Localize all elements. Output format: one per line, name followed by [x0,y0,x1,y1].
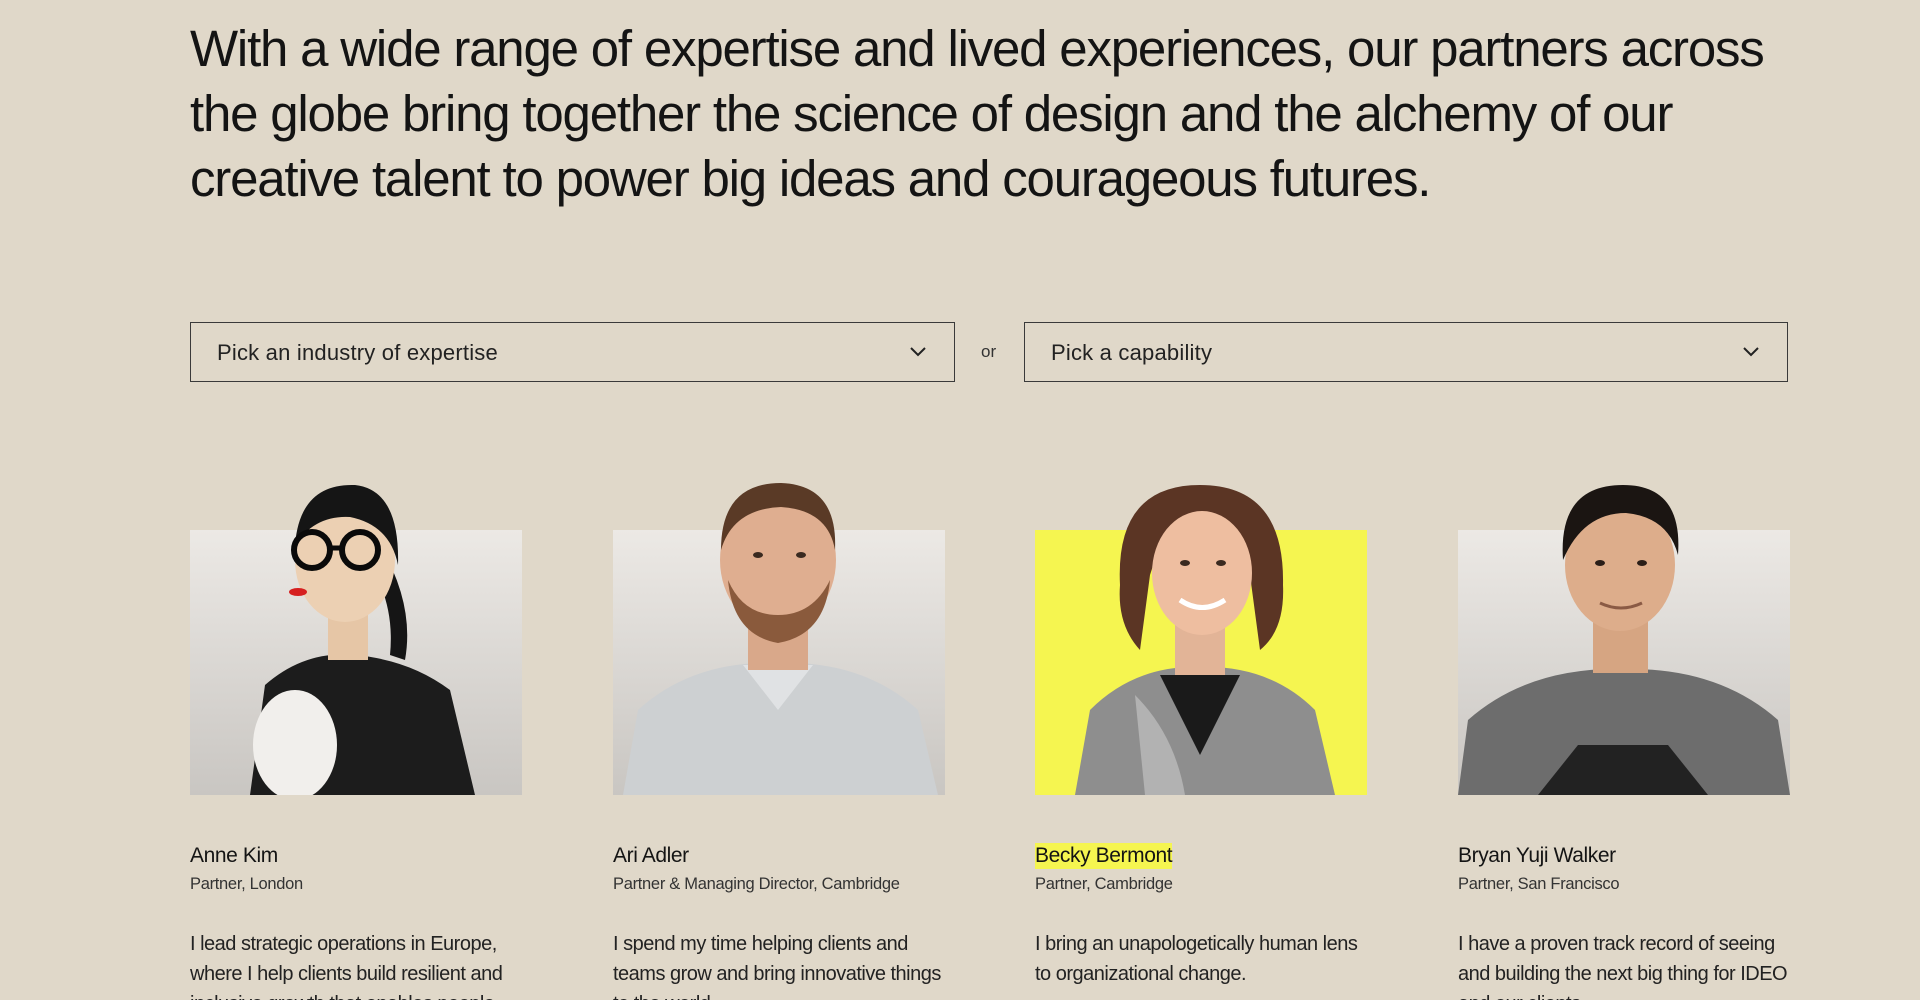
partner-name[interactable]: Bryan Yuji Walker [1458,843,1616,869]
partner-role: Partner, San Francisco [1458,875,1620,893]
capability-select-label: Pick a capability [1051,340,1213,365]
capability-select[interactable]: Pick a capability [1024,322,1788,382]
industry-select[interactable]: Pick an industry of expertise [190,322,955,382]
partner-bio: I spend my time helping clients and team… [613,933,941,1000]
portrait-illustration [623,483,938,795]
partner-photo[interactable] [613,455,945,795]
partners-page: With a wide range of expertise and lived… [0,0,1920,1000]
industry-select-label: Pick an industry of expertise [217,340,498,365]
partner-bio: I lead strategic operations in Europe, w… [190,933,503,1000]
partner-bio: I have a proven track record of seeing a… [1458,933,1788,1000]
partner-name[interactable]: Anne Kim [190,843,278,869]
partner-bio: I bring an unapologetically human lens t… [1035,933,1358,985]
filter-separator: or [981,342,997,361]
chevron-down-icon [1743,347,1759,357]
partner-card[interactable]: Becky Bermont Partner, Cambridge I bring… [1035,455,1367,985]
partner-photo[interactable] [1458,455,1790,795]
partner-role: Partner, Cambridge [1035,875,1173,893]
portrait-illustration [1458,485,1790,795]
partner-card[interactable]: Ari Adler Partner & Managing Director, C… [613,455,945,1000]
partner-photo[interactable] [1035,455,1367,795]
partner-card[interactable]: Anne Kim Partner, London I lead strategi… [190,455,522,1000]
chevron-down-icon [910,347,926,357]
partner-name[interactable]: Ari Adler [613,843,689,869]
portrait-illustration [1075,485,1335,795]
partner-role: Partner, London [190,875,303,893]
partner-photo[interactable] [190,455,522,795]
partner-name[interactable]: Becky Bermont [1035,843,1173,869]
partner-role: Partner & Managing Director, Cambridge [613,875,900,893]
intro-headline: With a wide range of expertise and lived… [190,20,1765,207]
portrait-illustration [250,484,475,795]
partner-card[interactable]: Bryan Yuji Walker Partner, San Francisco… [1458,455,1790,1000]
partner-filters: Pick an industry of expertise or Pick a … [190,322,1788,382]
